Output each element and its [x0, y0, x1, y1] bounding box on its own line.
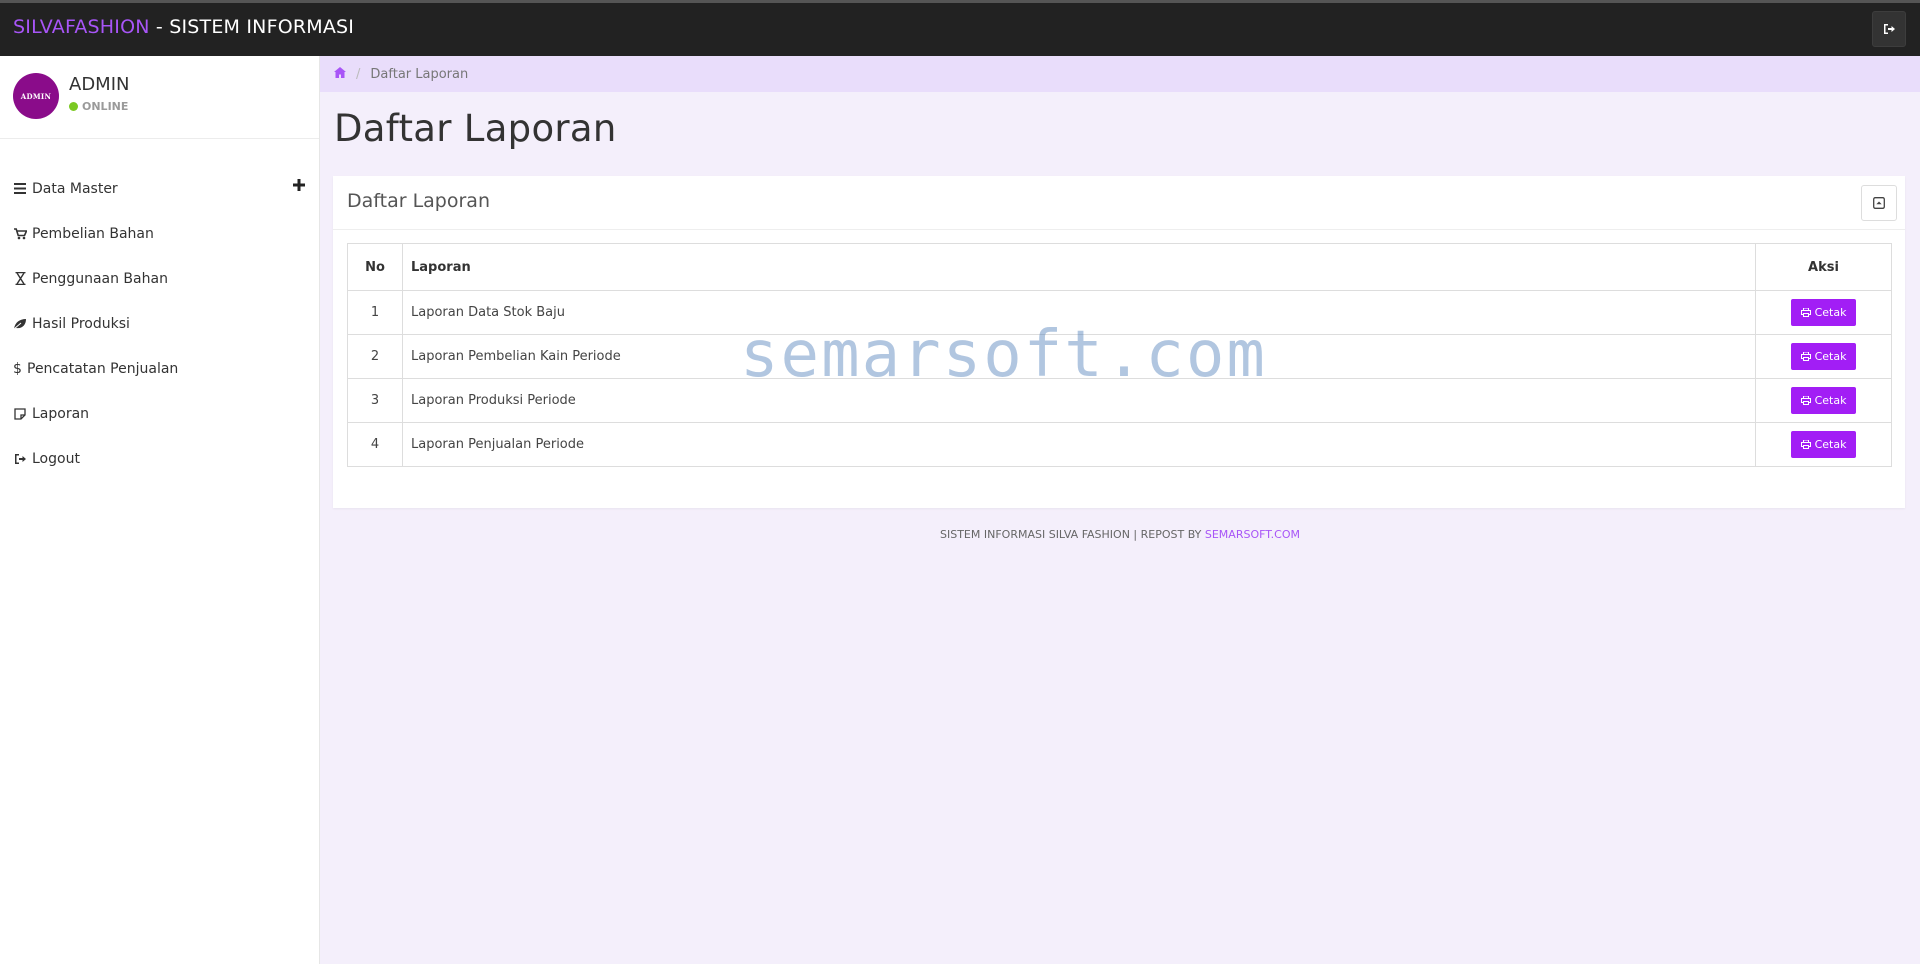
- main-content: / Daftar Laporan Daftar Laporan Daftar L…: [320, 56, 1920, 964]
- cetak-button[interactable]: Cetak: [1790, 387, 1857, 414]
- row-aksi: Cetak: [1755, 290, 1892, 335]
- cart-icon: [13, 227, 27, 241]
- user-name: ADMIN: [69, 74, 130, 95]
- cetak-button[interactable]: Cetak: [1790, 299, 1857, 326]
- leaf-icon: [13, 317, 27, 331]
- card-header: Daftar Laporan: [333, 176, 1905, 230]
- footer: SISTEM INFORMASI SILVA FASHION | REPOST …: [320, 528, 1920, 541]
- sidebar-item-label: Hasil Produksi: [32, 315, 130, 332]
- table-row: 2 Laporan Pembelian Kain Periode Cetak: [347, 334, 1892, 379]
- sidebar-item-penggunaan-bahan[interactable]: Penggunaan Bahan: [0, 256, 319, 301]
- breadcrumb-separator: /: [356, 66, 361, 82]
- plus-icon[interactable]: [293, 179, 305, 195]
- avatar: ADMIN: [13, 73, 59, 119]
- printer-icon: [1800, 396, 1811, 405]
- row-aksi: Cetak: [1755, 422, 1892, 467]
- cetak-label: Cetak: [1814, 394, 1847, 407]
- row-laporan: Laporan Data Stok Baju: [402, 290, 1756, 335]
- row-no: 3: [347, 378, 403, 423]
- row-no: 4: [347, 422, 403, 467]
- brand-accent: SILVAFASHION: [13, 16, 150, 38]
- table-row: 3 Laporan Produksi Periode Cetak: [347, 378, 1892, 423]
- cetak-label: Cetak: [1814, 306, 1847, 319]
- online-indicator-icon: [69, 102, 78, 111]
- note-icon: [13, 407, 27, 421]
- row-no: 2: [347, 334, 403, 379]
- page-title: Daftar Laporan: [334, 107, 617, 150]
- brand-rest: - SISTEM INFORMASI: [149, 16, 355, 38]
- header-laporan: Laporan: [402, 243, 1756, 291]
- row-laporan: Laporan Pembelian Kain Periode: [402, 334, 1756, 379]
- row-laporan: Laporan Penjualan Periode: [402, 422, 1756, 467]
- header-aksi: Aksi: [1755, 243, 1892, 291]
- breadcrumb-current: Daftar Laporan: [370, 66, 469, 82]
- row-laporan: Laporan Produksi Periode: [402, 378, 1756, 423]
- table-row: 1 Laporan Data Stok Baju Cetak: [347, 290, 1892, 335]
- cetak-button[interactable]: Cetak: [1790, 343, 1857, 370]
- table-row: 4 Laporan Penjualan Periode Cetak: [347, 422, 1892, 467]
- table-header-row: No Laporan Aksi: [347, 243, 1892, 291]
- user-panel: ADMIN ADMIN ONLINE: [0, 56, 319, 139]
- collapse-icon: [1873, 194, 1885, 213]
- user-status-label: ONLINE: [82, 100, 129, 113]
- row-aksi: Cetak: [1755, 378, 1892, 423]
- sidebar-item-hasil-produksi[interactable]: Hasil Produksi: [0, 301, 319, 346]
- cetak-button[interactable]: Cetak: [1790, 431, 1857, 458]
- sidebar-item-label: Pencatatan Penjualan: [27, 360, 179, 377]
- sidebar-item-laporan[interactable]: Laporan: [0, 391, 319, 436]
- printer-icon: [1800, 440, 1811, 449]
- header-no: No: [347, 243, 403, 291]
- hourglass-icon: [13, 272, 27, 286]
- home-icon[interactable]: [334, 66, 346, 82]
- top-logout-button[interactable]: [1872, 11, 1906, 47]
- collapse-button[interactable]: [1861, 185, 1897, 221]
- row-no: 1: [347, 290, 403, 335]
- sidebar-item-label: Data Master: [32, 180, 118, 197]
- row-aksi: Cetak: [1755, 334, 1892, 379]
- app-brand[interactable]: SILVAFASHION - SISTEM INFORMASI: [13, 16, 354, 38]
- bars-icon: [13, 182, 27, 196]
- sidebar-item-label: Pembelian Bahan: [32, 225, 154, 242]
- sidebar-item-label: Logout: [32, 450, 80, 467]
- sign-out-icon: [1883, 20, 1895, 39]
- sign-out-icon: [13, 452, 27, 466]
- sidebar-item-data-master[interactable]: Data Master: [0, 166, 319, 211]
- footer-link[interactable]: SEMARSOFT.COM: [1205, 528, 1300, 541]
- printer-icon: [1800, 308, 1811, 317]
- user-status: ONLINE: [69, 100, 128, 113]
- top-navbar: SILVAFASHION - SISTEM INFORMASI: [0, 0, 1920, 56]
- sidebar-item-pencatatan-penjualan[interactable]: $ Pencatatan Penjualan: [0, 346, 319, 391]
- sidebar-item-label: Penggunaan Bahan: [32, 270, 168, 287]
- sidebar-menu: Data Master Pembelian Bahan Penggunaan B…: [0, 166, 319, 481]
- report-table: No Laporan Aksi 1 Laporan Data Stok Baju…: [347, 243, 1892, 467]
- breadcrumb: / Daftar Laporan: [320, 56, 1920, 92]
- sidebar-item-label: Laporan: [32, 405, 90, 422]
- footer-text: SISTEM INFORMASI SILVA FASHION | REPOST …: [940, 528, 1205, 541]
- sidebar-item-logout[interactable]: Logout: [0, 436, 319, 481]
- printer-icon: [1800, 352, 1811, 361]
- report-card: Daftar Laporan No Laporan Aksi 1 Laporan…: [333, 176, 1905, 508]
- card-title: Daftar Laporan: [347, 190, 490, 212]
- sidebar: ADMIN ADMIN ONLINE Data Master Pembelian…: [0, 56, 320, 964]
- sidebar-item-pembelian-bahan[interactable]: Pembelian Bahan: [0, 211, 319, 256]
- dollar-icon: $: [13, 360, 22, 377]
- cetak-label: Cetak: [1814, 438, 1847, 451]
- cetak-label: Cetak: [1814, 350, 1847, 363]
